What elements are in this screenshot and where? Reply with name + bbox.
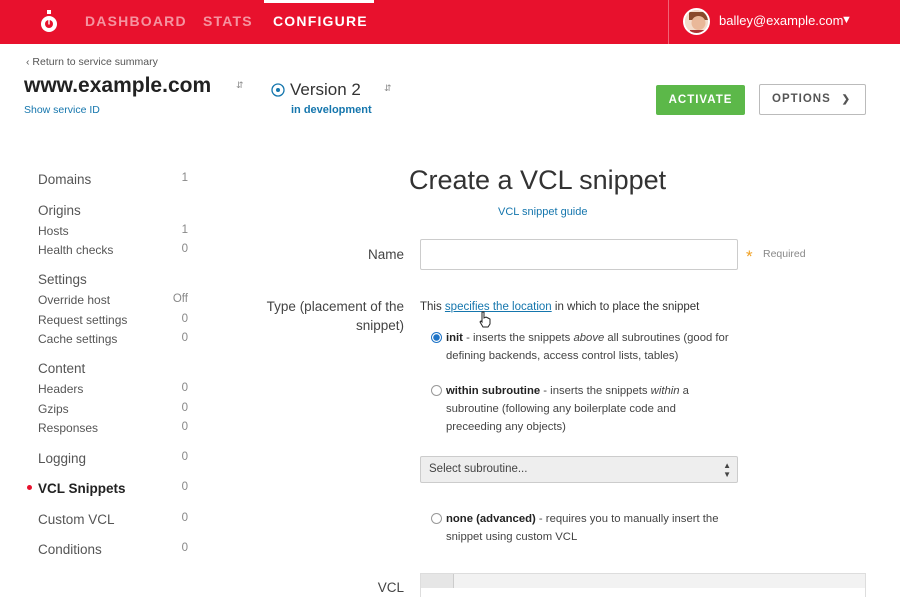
radio-none-advanced[interactable] [431, 513, 442, 524]
within-text-before: - inserts the snippets [540, 385, 651, 397]
vcl-code-editor[interactable] [420, 573, 866, 597]
subroutine-select-value: Select subroutine... [429, 463, 528, 475]
radio-init-label[interactable]: init - inserts the snippets above all su… [446, 329, 736, 365]
sidebar-item-override-host[interactable]: Override host [38, 293, 110, 307]
avatar-portrait-icon [685, 10, 708, 33]
nav-dashboard[interactable]: DASHBOARD [85, 13, 187, 29]
sidebar-section-content[interactable]: Content [38, 361, 85, 376]
service-switcher-icon[interactable]: ⇵ [236, 80, 244, 91]
radio-within-subroutine-label[interactable]: within subroutine - inserts the snippets… [446, 382, 726, 436]
type-description: This specifies the location in which to … [420, 301, 699, 313]
select-arrows-icon: ▲ ▼ [723, 461, 731, 479]
sidebar-count: 0 [181, 313, 188, 325]
sidebar-count: 0 [181, 382, 188, 394]
sidebar-item-health-checks[interactable]: Health checks [38, 243, 113, 257]
subroutine-select[interactable]: Select subroutine... ▲ ▼ [420, 456, 738, 483]
sidebar-section-origins[interactable]: Origins [38, 203, 81, 218]
sidebar-section-settings[interactable]: Settings [38, 272, 87, 287]
required-label: Required [763, 248, 806, 260]
sidebar-item-conditions[interactable]: Conditions [38, 542, 102, 557]
service-name: www.example.com [24, 74, 212, 97]
nav-active-indicator [264, 0, 374, 3]
type-label-line1: Type (placement of the [266, 299, 404, 314]
sidebar-item-gzips[interactable]: Gzips [38, 402, 69, 416]
sidebar-item-vcl-snippets[interactable]: VCL Snippets [38, 481, 126, 496]
required-star-icon: * [746, 247, 753, 266]
page-title: Create a VCL snippet [409, 165, 667, 195]
sidebar-item-headers[interactable]: Headers [38, 382, 83, 396]
version-status: in development [291, 104, 372, 116]
version-development-icon [271, 83, 285, 97]
sidebar-item-domains[interactable]: Domains [38, 172, 91, 187]
vcl-label: VCL [377, 580, 404, 595]
sidebar-count: 1 [181, 224, 188, 236]
sidebar-count: 0 [181, 542, 188, 554]
user-email: balley@example.com [719, 13, 844, 28]
user-menu[interactable]: balley@example.com ▼ [668, 0, 900, 44]
active-indicator-dot [27, 485, 32, 490]
sidebar-item-logging[interactable]: Logging [38, 451, 86, 466]
sidebar-count: 1 [181, 172, 188, 184]
init-text-before: - inserts the snippets [462, 332, 574, 344]
hand-pointer-icon [479, 311, 491, 328]
sidebar-item-cache-settings[interactable]: Cache settings [38, 332, 117, 346]
nav-stats[interactable]: STATS [203, 13, 253, 29]
type-label-line2: snippet) [355, 318, 404, 333]
within-title: within subroutine [446, 385, 541, 397]
version-switcher-icon[interactable]: ⇵ [384, 83, 392, 94]
sidebar-item-responses[interactable]: Responses [38, 421, 98, 435]
avatar [683, 8, 710, 35]
vcl-snippet-guide-link[interactable]: VCL snippet guide [498, 206, 588, 218]
init-title: init [446, 332, 463, 344]
options-label: OPTIONS [772, 93, 831, 105]
sidebar-item-custom-vcl[interactable]: Custom VCL [38, 512, 115, 527]
name-label: Name [367, 247, 404, 262]
type-desc-suffix: in which to place the snippet [551, 301, 700, 313]
sidebar-count: 0 [181, 451, 188, 463]
init-em: above [573, 332, 605, 344]
sidebar-count: 0 [181, 243, 188, 255]
name-input[interactable] [420, 239, 738, 270]
back-to-summary-link[interactable]: ‹ Return to service summary [26, 56, 158, 68]
back-link-label: Return to service summary [32, 56, 158, 68]
sidebar-count: 0 [181, 512, 188, 524]
specifies-location-link[interactable]: specifies the location [445, 301, 552, 313]
within-em: within [650, 385, 680, 397]
radio-init[interactable] [431, 332, 442, 343]
type-label: Type (placement of the snippet) [220, 299, 404, 333]
chevron-left-icon: ‹ [26, 56, 30, 68]
editor-gutter [421, 574, 454, 588]
type-desc-prefix: This [420, 301, 445, 313]
sidebar-item-request-settings[interactable]: Request settings [38, 313, 127, 327]
options-button[interactable]: OPTIONS ❯ [759, 84, 866, 115]
top-navigation-bar: DASHBOARD STATS CONFIGURE balley@example… [0, 0, 900, 44]
sidebar-count: Off [172, 293, 188, 305]
none-title: none (advanced) [446, 513, 536, 525]
sidebar-count: 0 [181, 402, 188, 414]
chevron-down-icon: ❯ [841, 94, 851, 105]
show-service-id-link[interactable]: Show service ID [24, 104, 100, 116]
sidebar-count: 0 [181, 481, 188, 493]
nav-configure[interactable]: CONFIGURE [273, 13, 368, 29]
radio-within-subroutine[interactable] [431, 385, 442, 396]
version-label[interactable]: Version 2 [290, 80, 361, 100]
activate-button[interactable]: ACTIVATE [656, 85, 745, 115]
sidebar-count: 0 [181, 421, 188, 433]
fastly-logo-icon[interactable] [38, 10, 60, 34]
sidebar-count: 0 [181, 332, 188, 344]
editor-toolbar [454, 574, 865, 588]
sidebar-item-hosts[interactable]: Hosts [38, 224, 69, 238]
chevron-down-icon: ▼ [841, 14, 852, 26]
radio-none-advanced-label[interactable]: none (advanced) - requires you to manual… [446, 510, 726, 546]
